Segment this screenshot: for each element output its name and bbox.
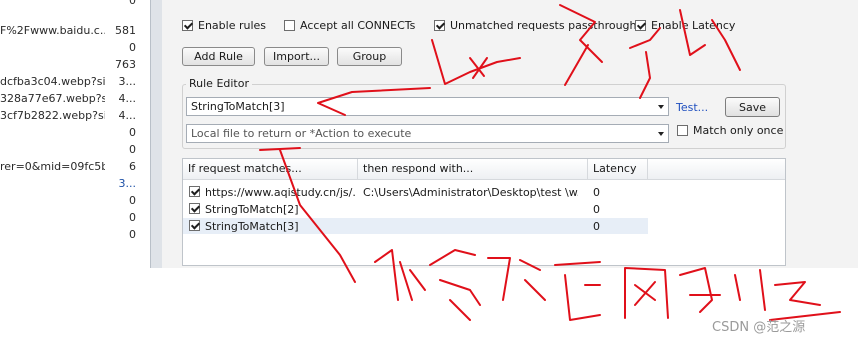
session-url: dcfba3c04.webp?siz...	[0, 75, 105, 88]
match-combo[interactable]: StringToMatch[3]	[186, 97, 669, 116]
column-header-latency[interactable]: Latency	[588, 159, 648, 179]
rules-list-header: If request matches... then respond with.…	[183, 159, 785, 180]
rule-enabled-checkbox[interactable]	[189, 186, 200, 197]
session-size: 763	[115, 58, 136, 71]
rule-enabled-checkbox[interactable]	[189, 220, 200, 231]
session-size: 3...	[118, 177, 137, 190]
session-row[interactable]: 0	[0, 41, 140, 58]
session-size: 0	[129, 194, 136, 207]
rule-match: StringToMatch[2]	[205, 203, 299, 216]
rules-list[interactable]: If request matches... then respond with.…	[182, 158, 786, 266]
rule-latency: 0	[593, 220, 600, 233]
enable-rules-checkbox[interactable]	[182, 19, 193, 31]
session-url: 3cf7b2822.webp?si...	[0, 109, 105, 122]
enable-latency-checkbox[interactable]	[635, 19, 646, 31]
save-button[interactable]: Save	[725, 97, 780, 117]
session-row[interactable]: 0	[0, 0, 140, 11]
chevron-down-icon[interactable]	[658, 105, 664, 109]
enable-latency-label: Enable Latency	[651, 18, 736, 32]
session-size: 0	[129, 0, 136, 7]
session-row[interactable]: 3cf7b2822.webp?si... 4...	[0, 109, 140, 126]
session-size: 581	[115, 24, 136, 37]
test-link[interactable]: Test...	[676, 101, 708, 114]
unmatched-passthrough-option[interactable]: Unmatched requests passthrough	[434, 17, 637, 33]
session-size: 0	[129, 126, 136, 139]
rule-match: StringToMatch[3]	[205, 220, 299, 233]
session-size: 3...	[118, 75, 137, 88]
rule-editor-legend: Rule Editor	[186, 77, 252, 90]
session-row[interactable]: rer=0&mid=09fc5b... 6	[0, 160, 140, 177]
session-row[interactable]: dcfba3c04.webp?siz... 3...	[0, 75, 140, 92]
rule-respond: C:\Users\Administrator\Desktop\test \w..…	[363, 186, 578, 199]
action-placeholder: Local file to return or *Action to execu…	[191, 127, 412, 140]
session-url: 328a77e67.webp?si...	[0, 92, 105, 105]
match-only-once-label: Match only once	[693, 124, 784, 137]
session-size: 0	[129, 228, 136, 241]
session-row[interactable]: 0	[0, 211, 140, 228]
session-url: F%2Fwww.baidu.c...	[0, 24, 105, 37]
session-row[interactable]: 0	[0, 126, 140, 143]
column-header-respond[interactable]: then respond with...	[358, 159, 588, 179]
session-url: rer=0&mid=09fc5b...	[0, 160, 105, 173]
accept-connects-option[interactable]: Accept all CONNECTs	[284, 17, 415, 33]
rule-row[interactable]: https://www.aqistudy.cn/js/... C:\Users\…	[183, 184, 648, 200]
session-size: 4...	[118, 109, 137, 122]
rule-enabled-checkbox[interactable]	[189, 203, 200, 214]
group-button[interactable]: Group	[337, 47, 402, 66]
accept-connects-label: Accept all CONNECTs	[300, 18, 416, 32]
enable-rules-option[interactable]: Enable rules	[182, 17, 266, 33]
session-size: 0	[129, 143, 136, 156]
match-only-once-checkbox[interactable]	[677, 125, 688, 136]
match-value: StringToMatch[3]	[191, 100, 285, 113]
match-only-once-option[interactable]: Match only once	[677, 124, 783, 137]
session-row[interactable]: 3...	[0, 177, 140, 194]
unmatched-passthrough-checkbox[interactable]	[434, 19, 445, 31]
session-row[interactable]: 0	[0, 228, 140, 245]
rule-latency: 0	[593, 186, 600, 199]
session-row[interactable]: 328a77e67.webp?si... 4...	[0, 92, 140, 109]
rule-match: https://www.aqistudy.cn/js/...	[205, 186, 355, 199]
rule-row[interactable]: StringToMatch[2] 0	[183, 201, 648, 217]
enable-latency-option[interactable]: Enable Latency	[635, 17, 735, 33]
action-combo[interactable]: Local file to return or *Action to execu…	[186, 124, 669, 143]
rule-latency: 0	[593, 203, 600, 216]
unmatched-passthrough-label: Unmatched requests passthrough	[450, 18, 637, 32]
session-size: 0	[129, 41, 136, 54]
session-row[interactable]: 763	[0, 58, 140, 75]
session-size: 4...	[118, 92, 137, 105]
rule-row[interactable]: StringToMatch[3] 0	[183, 218, 648, 234]
column-header-match[interactable]: If request matches...	[183, 159, 358, 179]
session-row[interactable]: F%2Fwww.baidu.c... 581	[0, 24, 140, 41]
chevron-down-icon[interactable]	[658, 132, 664, 136]
watermark: CSDN @范之源	[712, 320, 806, 335]
session-size: 6	[129, 160, 136, 173]
import-button[interactable]: Import...	[264, 47, 329, 66]
add-rule-button[interactable]: Add Rule	[182, 47, 255, 66]
session-size: 0	[129, 211, 136, 224]
session-row[interactable]: 0	[0, 143, 140, 160]
session-list: 0 F%2Fwww.baidu.c... 581 0 763 dcfba3c04…	[0, 0, 150, 341]
session-row[interactable]: 0	[0, 194, 140, 211]
accept-connects-checkbox[interactable]	[284, 19, 295, 31]
enable-rules-label: Enable rules	[198, 18, 267, 32]
